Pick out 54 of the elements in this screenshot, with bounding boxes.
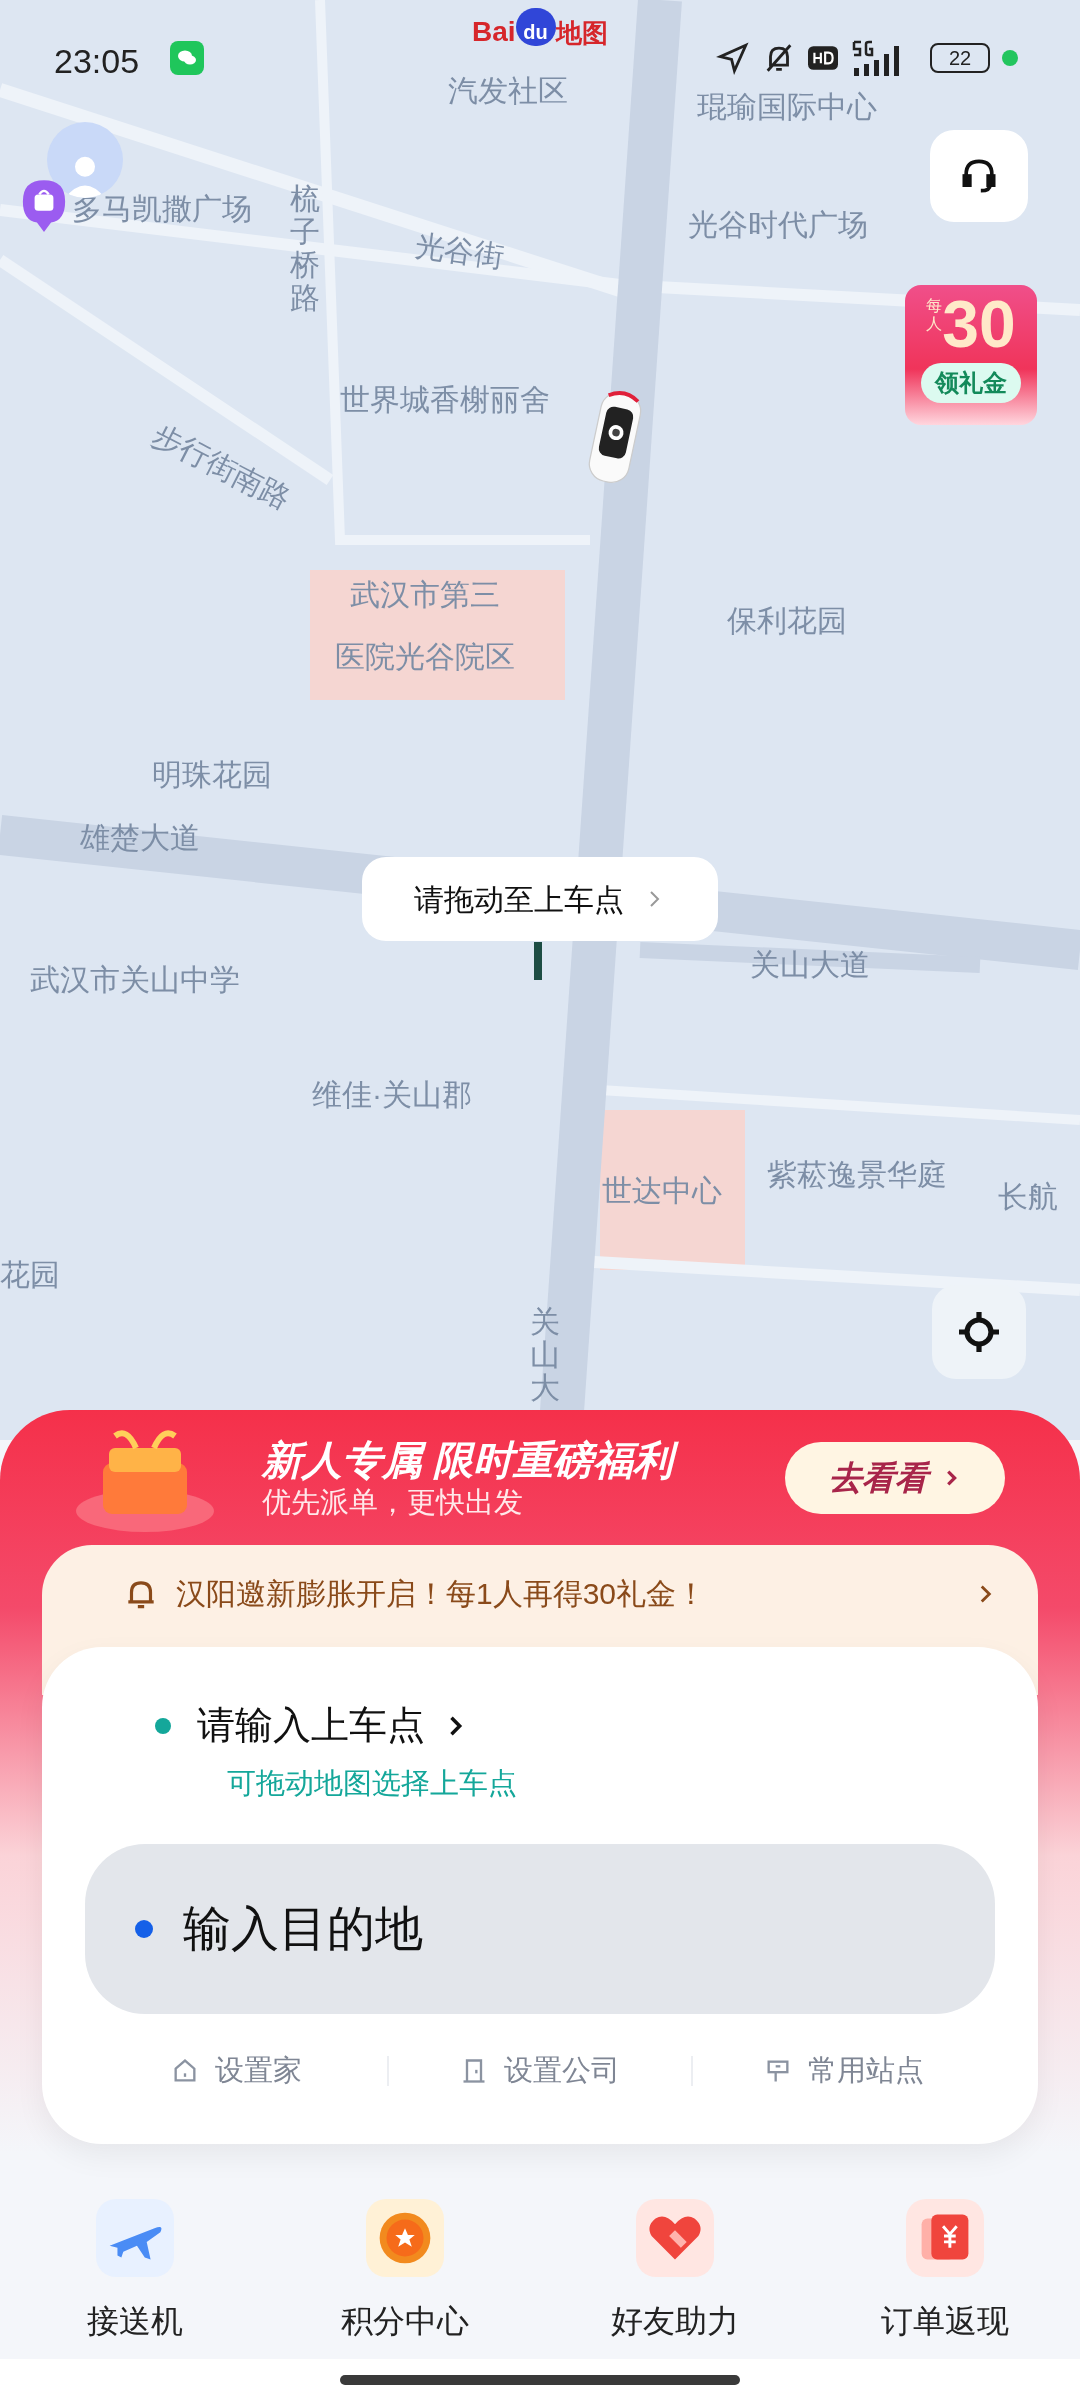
customer-service-button[interactable] <box>930 130 1028 222</box>
battery-indicator: 22 <box>930 43 990 73</box>
map-label: 武汉市第三 <box>350 577 500 613</box>
destination-placeholder: 输入目的地 <box>183 1900 423 1957</box>
map-label: 医院光谷院区 <box>335 639 515 675</box>
notice-text: 汉阳邀新膨胀开启！每1人再得30礼金！ <box>176 1576 707 1612</box>
badge-caption: 每人 <box>926 297 943 332</box>
destination-field[interactable]: 输入目的地 <box>85 1843 995 2014</box>
nav-item[interactable]: 积分中心 <box>270 2184 540 2359</box>
map-label: 武汉市关山中学 <box>30 962 240 998</box>
map-logo: Bai du 地图 <box>472 8 608 46</box>
map-label: 紫菘逸景华庭 <box>767 1157 947 1193</box>
promo-subtitle: 优先派单，更快出发 <box>262 1485 524 1520</box>
map-label: 光谷街 <box>411 227 508 276</box>
yuan-receipt-icon <box>906 2198 984 2277</box>
map-label: 梳子桥路 <box>290 182 320 314</box>
heart-handshake-icon <box>636 2198 714 2277</box>
quick-link[interactable]: 设置家 <box>85 2035 387 2106</box>
pickup-input-button[interactable]: 请输入上车点 <box>197 1697 469 1754</box>
locate-button[interactable] <box>932 1285 1026 1379</box>
map-label: 世达中心 <box>602 1173 722 1209</box>
badge-amount: 30 <box>942 291 1016 357</box>
nav-item[interactable]: 接送机 <box>0 2184 270 2359</box>
map-label: 雄楚大道 <box>80 820 200 856</box>
map-label: 维佳·关山郡 <box>312 1077 472 1113</box>
airplane-icon <box>96 2198 174 2277</box>
shopping-bag-pin-icon <box>20 178 68 232</box>
map-label: 多马凯撒广场 <box>72 191 252 227</box>
chat-app-icon <box>170 41 204 75</box>
map-label: 琨瑜国际中心 <box>697 89 877 125</box>
map-label: 世界城香榭丽舍 <box>340 382 550 418</box>
map-label: 汽发社区 <box>448 73 568 109</box>
badge-label: 领礼金 <box>921 363 1021 403</box>
map-label: 长航 <box>998 1179 1058 1215</box>
map-label: 光谷时代广场 <box>688 207 868 243</box>
avatar[interactable] <box>47 122 123 198</box>
status-time: 23:05 <box>54 41 140 82</box>
location-arrow-icon <box>716 41 750 75</box>
map-label: 保利花园 <box>727 603 847 639</box>
pickup-pin <box>534 942 542 980</box>
map-label: 步行街南路 <box>146 416 298 518</box>
map-label: 关山大 <box>530 1305 560 1404</box>
nav-item[interactable]: 订单返现 <box>810 2184 1080 2359</box>
map-label: 关山大道 <box>750 947 870 983</box>
view-promo-button[interactable]: 去看看 <box>785 1441 1005 1514</box>
quick-link[interactable]: 设置公司 <box>389 2035 691 2106</box>
quick-link[interactable]: 常用站点 <box>693 2035 995 2106</box>
hd-icon <box>808 46 838 70</box>
nav-item[interactable]: 好友助力 <box>540 2184 810 2359</box>
map-label: 明珠花园 <box>152 757 272 793</box>
map-label: 花园 <box>0 1257 60 1293</box>
star-coin-icon <box>366 2198 444 2277</box>
pickup-tip-button[interactable]: 请拖动至上车点 <box>362 857 718 941</box>
pickup-hint: 可拖动地图选择上车点 <box>227 1766 518 1801</box>
